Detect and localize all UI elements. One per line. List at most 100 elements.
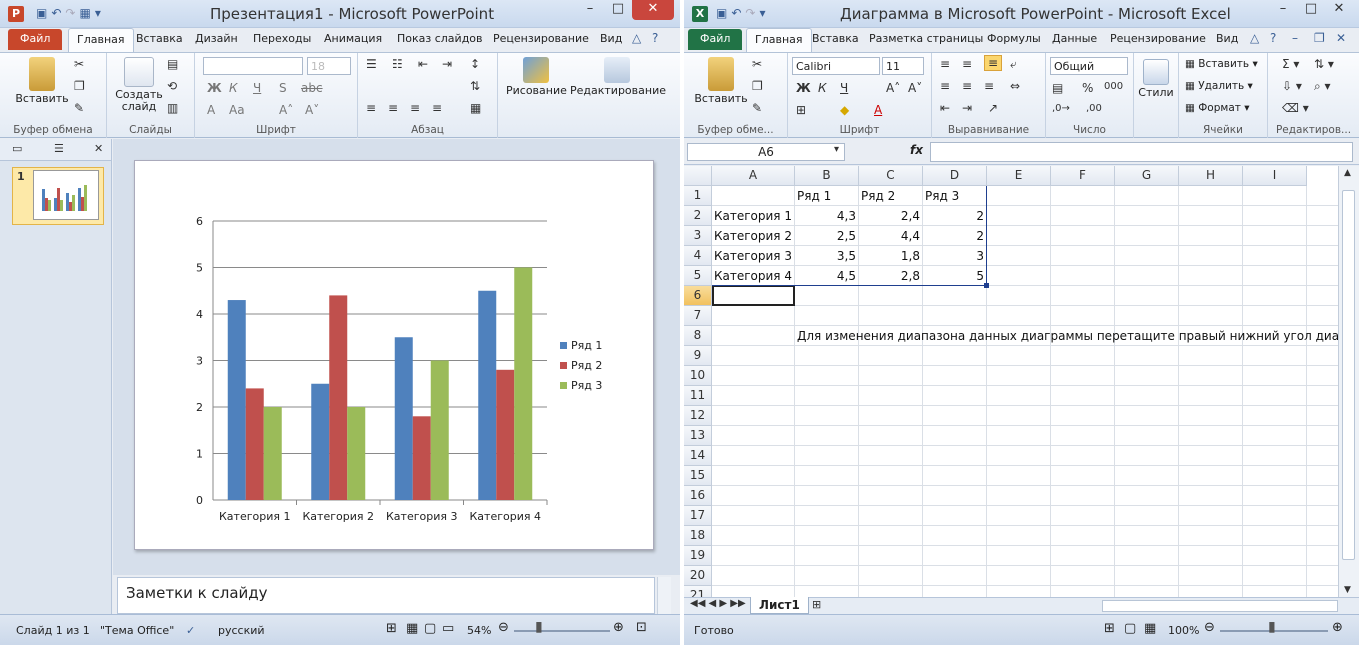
row-header[interactable]: 17 — [684, 506, 712, 526]
minimize-icon[interactable]: – — [1269, 0, 1297, 20]
maximize-icon[interactable]: □ — [1297, 0, 1325, 20]
vertical-scrollbar[interactable]: ▲ ▼ — [1338, 166, 1359, 597]
zoom-slider-thumb[interactable]: ▮ — [1268, 619, 1276, 635]
minimize-icon[interactable]: – — [576, 0, 604, 20]
powerpoint-app-icon[interactable]: P — [8, 6, 24, 22]
row-header[interactable]: 1 — [684, 186, 712, 206]
row-header[interactable]: 14 — [684, 446, 712, 466]
autosum-icon[interactable]: Σ ▾ — [1282, 57, 1299, 71]
column-header[interactable]: D — [923, 166, 987, 186]
underline-icon[interactable]: Ч — [253, 81, 261, 95]
excel-tab-review[interactable]: Рецензирование — [1110, 32, 1206, 45]
select-all-corner[interactable] — [684, 166, 712, 186]
workbook-minimize-icon[interactable]: – — [1292, 31, 1298, 45]
row-header[interactable]: 18 — [684, 526, 712, 546]
drawing-button[interactable]: Рисование — [506, 57, 567, 97]
ppt-tab-review[interactable]: Рецензирование — [493, 32, 589, 45]
row-header[interactable]: 15 — [684, 466, 712, 486]
fill-icon[interactable]: ⇩ ▾ — [1282, 79, 1302, 93]
column-header[interactable]: F — [1051, 166, 1115, 186]
layout-icon[interactable]: ▤ — [167, 57, 178, 71]
justify-icon[interactable]: ≡ — [432, 101, 442, 115]
row-header[interactable]: 12 — [684, 406, 712, 426]
italic-icon[interactable]: К — [818, 81, 827, 95]
delete-cells-button[interactable]: ▦ Удалить ▾ — [1185, 80, 1253, 92]
insert-function-icon[interactable]: fx — [910, 143, 923, 157]
align-center-icon[interactable]: ≡ — [962, 79, 972, 93]
slide-thumbnail[interactable]: 1 — [12, 167, 104, 225]
row-header[interactable]: 20 — [684, 566, 712, 586]
borders-icon[interactable]: ⊞ — [796, 103, 806, 117]
reset-icon[interactable]: ⟲ — [167, 79, 177, 93]
decrease-indent-icon[interactable]: ⇤ — [418, 57, 428, 71]
zoom-slider[interactable] — [514, 630, 610, 632]
slides-tab-icon[interactable]: ▭ — [12, 142, 22, 155]
redo-icon[interactable]: ↷ — [745, 6, 755, 20]
shadow-icon[interactable]: S — [279, 81, 287, 95]
sort-filter-icon[interactable]: ⇅ ▾ — [1314, 57, 1334, 71]
bullets-icon[interactable]: ☰ — [366, 57, 377, 71]
zoom-level[interactable]: 54% — [467, 624, 491, 637]
save-icon[interactable]: ▣ — [36, 6, 47, 20]
font-color-icon[interactable]: A — [874, 103, 882, 117]
ppt-tab-animation[interactable]: Анимация — [324, 32, 382, 45]
worksheet-grid[interactable]: A B C D E F G H I 1 2 3 4 5 6 7 8 9 10 11 12 13 14 15 16 17 18 19 20… — [684, 166, 1338, 597]
zoom-in-icon[interactable]: ⊕ — [1332, 620, 1343, 635]
excel-tab-data[interactable]: Данные — [1052, 32, 1097, 45]
row-header[interactable]: 10 — [684, 366, 712, 386]
horizontal-scrollbar[interactable] — [1102, 600, 1338, 612]
underline-icon[interactable]: Ч — [840, 81, 848, 95]
align-left-icon[interactable]: ≡ — [940, 79, 950, 93]
help-icon[interactable]: ? — [1270, 31, 1276, 45]
thousands-icon[interactable]: 000 — [1104, 81, 1123, 92]
zoom-in-icon[interactable]: ⊕ — [613, 620, 624, 635]
column-header[interactable]: C — [859, 166, 923, 186]
bold-icon[interactable]: Ж — [207, 81, 222, 95]
zoom-level[interactable]: 100% — [1168, 624, 1199, 637]
close-icon[interactable]: ✕ — [632, 0, 674, 20]
copy-icon[interactable]: ❐ — [74, 79, 85, 93]
theme-name[interactable]: "Тема Office" — [100, 624, 174, 637]
slideshow-view-icon[interactable]: ▭ — [442, 621, 454, 636]
grow-font-icon[interactable]: A˄ — [279, 103, 293, 117]
row-header[interactable]: 21 — [684, 586, 712, 597]
slide[interactable]: 0 1 2 3 4 5 6 Категория 1 Категория 2 Категория 3… — [134, 160, 654, 550]
ppt-tab-file[interactable]: Файл — [8, 29, 63, 50]
find-select-icon[interactable]: ⌕ ▾ — [1314, 79, 1331, 94]
cut-icon[interactable]: ✂ — [74, 57, 84, 71]
vertical-scroll-thumb[interactable] — [1342, 190, 1355, 560]
ppt-tab-design[interactable]: Дизайн — [195, 32, 238, 45]
numbering-icon[interactable]: ☷ — [392, 57, 403, 71]
row-header[interactable]: 3 — [684, 226, 712, 246]
excel-tab-home[interactable]: Главная — [746, 28, 812, 53]
customize-qat-icon[interactable]: ▾ — [759, 6, 765, 20]
italic-icon[interactable]: К — [229, 81, 238, 95]
notes-pane[interactable]: Заметки к слайду — [117, 577, 655, 614]
column-header[interactable]: H — [1179, 166, 1243, 186]
page-layout-view-icon[interactable]: ▢ — [1124, 621, 1136, 636]
active-cell[interactable] — [712, 285, 795, 306]
text-direction-icon[interactable]: ⇅ — [470, 79, 480, 93]
shrink-font-icon[interactable]: A˅ — [908, 81, 922, 95]
table-icon[interactable]: ▦ — [79, 6, 90, 20]
number-format-box[interactable]: Общий — [1050, 57, 1128, 75]
customize-qat-icon[interactable]: ▾ — [95, 6, 101, 20]
ribbon-minimize-icon[interactable]: △ — [1250, 31, 1259, 45]
scroll-down-icon[interactable]: ▼ — [1344, 585, 1351, 595]
font-size-box[interactable]: 18 — [307, 57, 351, 75]
font-name-box[interactable] — [203, 57, 303, 75]
row-header[interactable]: 5 — [684, 266, 712, 286]
orientation-icon[interactable]: ↗ — [988, 101, 998, 115]
ppt-tab-insert[interactable]: Вставка — [136, 32, 183, 45]
sheet-nav-icons[interactable]: ◀◀ ◀ ▶ ▶▶ — [690, 598, 746, 609]
decrease-decimal-icon[interactable]: ,00 — [1086, 103, 1102, 114]
row-header[interactable]: 7 — [684, 306, 712, 326]
row-header[interactable]: 4 — [684, 246, 712, 266]
format-cells-button[interactable]: ▦ Формат ▾ — [1185, 102, 1249, 114]
decrease-indent-icon[interactable]: ⇤ — [940, 101, 950, 115]
scroll-up-icon[interactable]: ▲ — [1344, 168, 1351, 178]
increase-decimal-icon[interactable]: ,0→ — [1052, 103, 1070, 114]
clear-icon[interactable]: ⌫ ▾ — [1282, 101, 1309, 115]
undo-icon[interactable]: ↶ — [51, 6, 61, 20]
row-header[interactable]: 6 — [684, 286, 712, 306]
